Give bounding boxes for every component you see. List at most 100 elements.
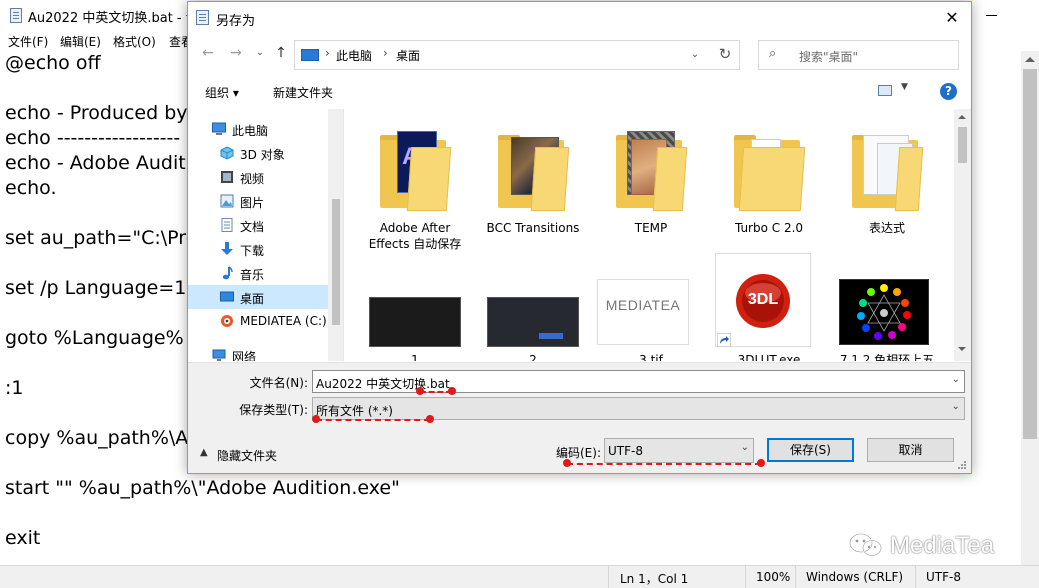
chevron-down-icon[interactable]: ⌄: [952, 401, 960, 412]
scroll-thumb[interactable]: [958, 127, 967, 163]
encoding-value: UTF-8: [608, 444, 643, 458]
file-tile-image[interactable]: 1: [361, 259, 469, 361]
breadcrumb-desktop[interactable]: 桌面: [396, 47, 420, 64]
file-tile-folder[interactable]: Turbo C 2.0: [715, 117, 823, 257]
status-zoom: 100%: [756, 570, 791, 584]
breadcrumb-separator-icon[interactable]: ›: [325, 46, 330, 60]
watermark-text: MediaTea: [890, 532, 995, 559]
search-input[interactable]: ⌕ 搜索"桌面": [758, 40, 959, 70]
nav-item-label: 桌面: [240, 292, 265, 306]
notepad-title: Au2022 中英文切换.bat - 记: [28, 11, 199, 26]
scroll-up-icon[interactable]: [958, 115, 966, 119]
text-line: @echo off: [5, 52, 101, 74]
breadcrumb-separator-icon[interactable]: ›: [383, 46, 388, 60]
forward-arrow-icon[interactable]: →: [226, 43, 246, 63]
dialog-titlebar: 另存为 ✕: [188, 2, 971, 33]
save-button[interactable]: 保存(S): [767, 438, 854, 462]
text-line: start "" %au_path%\"Adobe Audition.exe": [5, 477, 400, 499]
notepad-icon: [196, 10, 209, 25]
nav-item-network[interactable]: 网络: [188, 343, 328, 361]
file-type-select[interactable]: 所有文件 (*.*) ⌄: [312, 397, 965, 420]
file-tile-folder[interactable]: 表达式: [833, 117, 941, 257]
annotation-dot: [757, 459, 765, 467]
text-line: set au_path="C:\Pro: [5, 227, 198, 249]
nav-item-pictures[interactable]: 图片: [188, 189, 328, 213]
scroll-up-icon[interactable]: [1025, 57, 1035, 62]
file-tile-folder[interactable]: TEMP: [597, 117, 705, 257]
up-arrow-icon[interactable]: ↑: [271, 43, 291, 63]
chevron-down-icon[interactable]: ⌄: [741, 442, 749, 453]
encoding-label: 编码(E):: [556, 446, 601, 460]
folder-icon: [847, 125, 927, 220]
file-tile-image[interactable]: 2: [479, 259, 587, 361]
recent-locations-chevron-icon[interactable]: ⌄: [250, 43, 270, 63]
cancel-button[interactable]: 取消: [867, 438, 954, 462]
back-arrow-icon[interactable]: ←: [198, 43, 218, 63]
navigation-pane: 此电脑 3D 对象 视频 图片 文档 下载 音乐 桌面 MEDIATEA (C:…: [188, 109, 344, 361]
chevron-down-icon[interactable]: ⌄: [952, 374, 960, 385]
3dlut-logo-text: 3DL: [747, 291, 779, 308]
nav-item-music[interactable]: 音乐: [188, 261, 328, 285]
dialog-navigation-bar: ← → ⌄ ↑ › 此电脑 › 桌面 ⌄ ↻ ⌕ 搜索"桌面": [188, 33, 971, 73]
cube-icon: [220, 146, 234, 160]
nav-item-desktop[interactable]: 桌面: [188, 285, 328, 309]
resize-grip-icon[interactable]: [956, 459, 966, 469]
nav-item-documents[interactable]: 文档: [188, 213, 328, 237]
address-bar[interactable]: › 此电脑 › 桌面 ⌄ ↻: [294, 40, 740, 70]
encoding-select[interactable]: UTF-8 ⌄: [604, 438, 754, 463]
file-tile-folder[interactable]: Ae Adobe After Effects 自动保存: [361, 117, 469, 257]
file-name: BCC Transitions: [486, 221, 580, 235]
nav-item-this-pc[interactable]: 此电脑: [188, 117, 328, 141]
file-tile-folder[interactable]: BCC Transitions: [479, 117, 587, 257]
status-separator: [915, 566, 916, 588]
menu-format[interactable]: 格式(O): [113, 33, 156, 50]
close-icon[interactable]: ✕: [940, 6, 964, 30]
shortcut-arrow-icon: [717, 333, 731, 347]
pc-icon: [301, 49, 319, 61]
refresh-icon[interactable]: ↻: [715, 44, 735, 64]
organize-button[interactable]: 组织 ▾: [205, 84, 239, 101]
address-dropdown-icon[interactable]: ⌄: [685, 45, 705, 65]
nav-item-label: 文档: [240, 220, 265, 234]
nav-item-drive-c[interactable]: MEDIATEA (C:): [188, 309, 328, 333]
breadcrumb-this-pc[interactable]: 此电脑: [336, 47, 372, 64]
menu-file[interactable]: 文件(F): [8, 33, 48, 50]
download-icon: [221, 242, 233, 255]
navigation-pane-scrollbar[interactable]: [328, 109, 343, 361]
text-line: goto %Language%: [5, 327, 184, 349]
nav-item-3d-objects[interactable]: 3D 对象: [188, 141, 328, 165]
file-name-field[interactable]: Au2022 中英文切换.bat ⌄: [312, 370, 965, 393]
annotation-dash-line: [316, 419, 430, 421]
save-as-dialog: 另存为 ✕ ← → ⌄ ↑ › 此电脑 › 桌面 ⌄ ↻ ⌕ 搜索"桌面" 组织…: [187, 1, 972, 474]
file-name: 2: [529, 353, 537, 361]
file-tile-image[interactable]: 7.1.2 色相环上五: [833, 259, 941, 361]
view-dropdown-icon[interactable]: ▼: [901, 82, 908, 92]
file-list-scrollbar[interactable]: [954, 109, 971, 361]
annotation-dot: [312, 415, 320, 423]
minimize-icon[interactable]: [980, 0, 1005, 31]
text-line: echo.: [5, 177, 57, 199]
dialog-toolbar: 组织 ▾ 新建文件夹 ▼ ?: [188, 73, 971, 109]
image-thumbnail: [487, 297, 579, 347]
help-icon[interactable]: ?: [940, 83, 957, 100]
scroll-thumb[interactable]: [332, 199, 340, 325]
mediatea-logo: MEDIATEA: [605, 297, 681, 313]
status-separator: [795, 566, 796, 588]
new-folder-button[interactable]: 新建文件夹: [273, 84, 333, 101]
search-icon: ⌕: [769, 46, 777, 61]
nav-item-downloads[interactable]: 下载: [188, 237, 328, 261]
file-tile-image[interactable]: MEDIATEA 3.tif: [597, 259, 705, 361]
file-type-value: 所有文件 (*.*): [316, 404, 393, 418]
file-name: 3DLUT.exe: [737, 353, 801, 361]
notepad-statusbar: Ln 1，Col 1 100% Windows (CRLF) UTF-8: [0, 565, 1039, 588]
notepad-vertical-scrollbar[interactable]: [1021, 51, 1039, 565]
scroll-down-icon[interactable]: [958, 347, 966, 351]
menu-edit[interactable]: 编辑(E): [60, 33, 101, 50]
folder-icon: [611, 125, 691, 220]
file-tile-exe[interactable]: 3DL 3DLUT.exe: [715, 253, 823, 361]
file-list: Ae Adobe After Effects 自动保存 BCC Transiti…: [345, 109, 971, 361]
nav-item-videos[interactable]: 视频: [188, 165, 328, 189]
status-line-ending: Windows (CRLF): [806, 570, 904, 584]
view-options-icon[interactable]: [878, 85, 892, 96]
scroll-thumb[interactable]: [1023, 69, 1037, 439]
